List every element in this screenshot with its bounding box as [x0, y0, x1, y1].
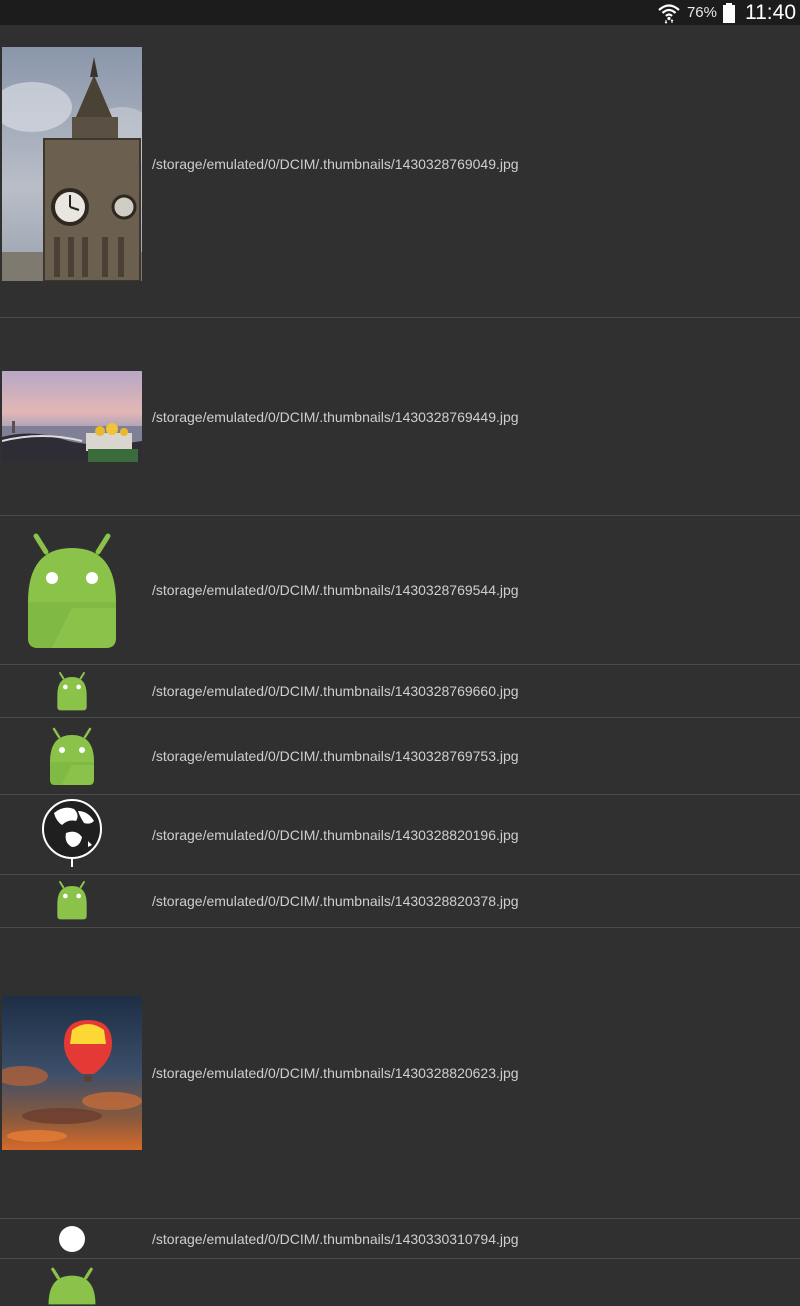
file-path: /storage/emulated/0/DCIM/.thumbnails/143… — [152, 893, 519, 909]
battery-icon — [723, 2, 735, 23]
list-item[interactable]: /storage/emulated/0/DCIM/.thumbnails/143… — [0, 318, 800, 516]
hot-air-balloon-photo — [2, 996, 142, 1150]
file-path: /storage/emulated/0/DCIM/.thumbnails/143… — [152, 827, 519, 843]
file-path: /storage/emulated/0/DCIM/.thumbnails/143… — [152, 156, 519, 172]
file-path: /storage/emulated/0/DCIM/.thumbnails/143… — [152, 582, 519, 598]
list-item[interactable]: /storage/emulated/0/DCIM/.thumbnails/143… — [0, 875, 800, 928]
list-item[interactable] — [0, 1259, 800, 1305]
file-path: /storage/emulated/0/DCIM/.thumbnails/143… — [152, 1065, 519, 1081]
status-icons: 76% 11:40 — [657, 0, 796, 25]
list-item[interactable]: /storage/emulated/0/DCIM/.thumbnails/143… — [0, 665, 800, 718]
android-robot-icon — [2, 530, 142, 650]
list-item[interactable]: /storage/emulated/0/DCIM/.thumbnails/143… — [0, 718, 800, 795]
battery-percentage: 76% — [686, 4, 717, 21]
white-circle-icon — [2, 1225, 142, 1253]
status-bar: 76% 11:40 — [0, 0, 800, 25]
globe-icon — [2, 797, 142, 869]
file-path: /storage/emulated/0/DCIM/.thumbnails/143… — [152, 409, 519, 425]
file-path: /storage/emulated/0/DCIM/.thumbnails/143… — [152, 748, 519, 764]
list-item[interactable]: /storage/emulated/0/DCIM/.thumbnails/143… — [0, 1219, 800, 1259]
android-robot-icon — [2, 880, 142, 920]
clock-time: 11:40 — [745, 0, 796, 24]
file-path: /storage/emulated/0/DCIM/.thumbnails/143… — [152, 1231, 519, 1247]
android-robot-icon — [2, 1266, 142, 1306]
list-item[interactable]: /storage/emulated/0/DCIM/.thumbnails/143… — [0, 928, 800, 1219]
android-robot-icon — [2, 726, 142, 786]
list-item[interactable]: /storage/emulated/0/DCIM/.thumbnails/143… — [0, 795, 800, 875]
file-path: /storage/emulated/0/DCIM/.thumbnails/143… — [152, 683, 519, 699]
android-robot-icon — [2, 671, 142, 711]
wifi-icon — [658, 3, 680, 24]
big-ben-clock-tower-photo — [2, 47, 142, 281]
list-item[interactable]: /storage/emulated/0/DCIM/.thumbnails/143… — [0, 516, 800, 665]
city-river-bridge-photo — [2, 371, 142, 462]
list-item[interactable]: /storage/emulated/0/DCIM/.thumbnails/143… — [0, 25, 800, 318]
